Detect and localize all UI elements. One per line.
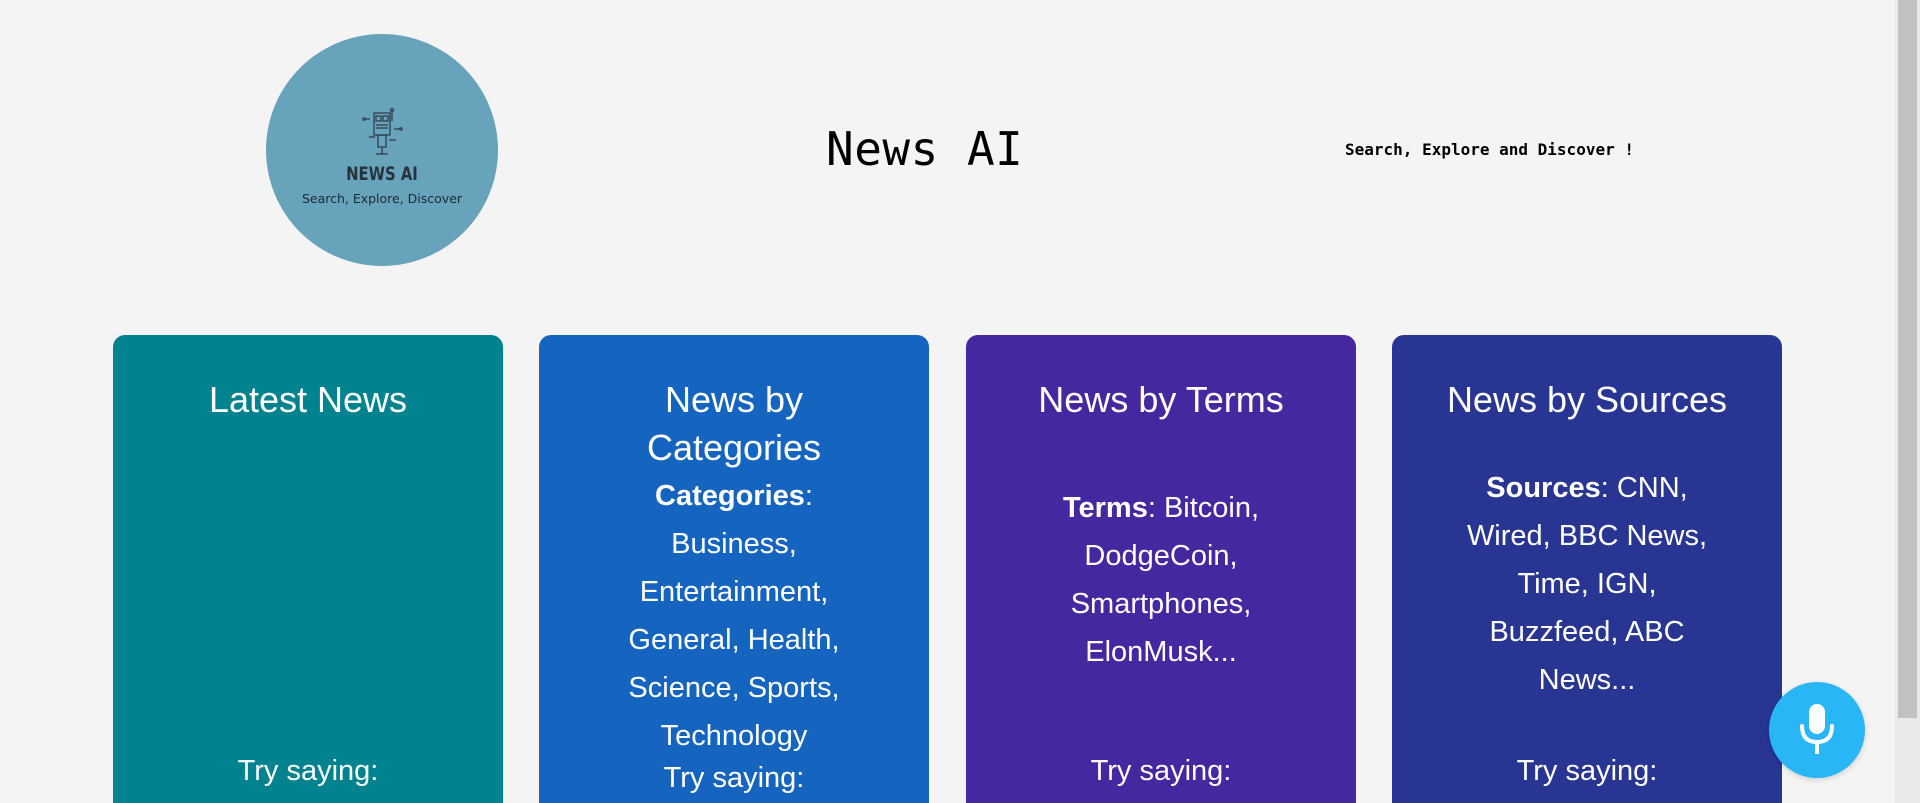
header: NEWS AI Search, Explore, Discover News A…	[0, 0, 1895, 300]
scrollbar-thumb[interactable]	[1898, 0, 1917, 718]
logo-name: NEWS AI	[346, 162, 418, 185]
card-news-by-sources[interactable]: News by Sources Sources: CNN, Wired, BBC…	[1392, 335, 1782, 803]
try-saying-label: Try saying:	[1516, 755, 1658, 787]
card-info: Terms: Bitcoin, DodgeCoin, Smartphones, …	[1062, 492, 1260, 668]
card-latest-news[interactable]: Latest News Try saying:	[113, 335, 503, 803]
site-title: News AI	[826, 122, 1024, 176]
info-text: Business, Entertainment, General, Health…	[628, 528, 840, 752]
card-news-by-categories[interactable]: News by Categories Categories: Business,…	[539, 335, 929, 803]
microphone-icon	[1800, 704, 1834, 754]
card-info: Categories: Business, Entertainment, Gen…	[628, 480, 840, 752]
header-tagline: Search, Explore and Discover !	[1345, 140, 1634, 159]
card-title: News by Sources	[1446, 379, 1728, 420]
card-info: Sources: CNN, Wired, BBC News, Time, IGN…	[1466, 472, 1708, 696]
logo-tagline: Search, Explore, Discover	[301, 190, 463, 206]
card-title: Latest News	[208, 379, 408, 420]
try-saying-label: Try saying:	[237, 755, 379, 787]
info-text: CNN, Wired, BBC News, Time, IGN, Buzzfee…	[1466, 472, 1708, 696]
card-title: News by Categories	[646, 379, 822, 468]
voice-assistant-button[interactable]	[1769, 682, 1865, 778]
try-saying-label: Try saying:	[663, 762, 805, 794]
card-news-by-terms[interactable]: News by Terms Terms: Bitcoin, DodgeCoin,…	[966, 335, 1356, 803]
page: NEWS AI Search, Explore, Discover News A…	[0, 0, 1920, 803]
robot-reader-icon	[362, 107, 403, 155]
card-title: News by Terms	[1038, 379, 1284, 420]
try-saying-label: Try saying:	[1090, 755, 1232, 787]
info-label: Sources	[1486, 472, 1601, 504]
info-label: Categories	[655, 480, 805, 512]
info-label: Terms	[1062, 492, 1148, 524]
logo: NEWS AI Search, Explore, Discover	[266, 34, 498, 266]
